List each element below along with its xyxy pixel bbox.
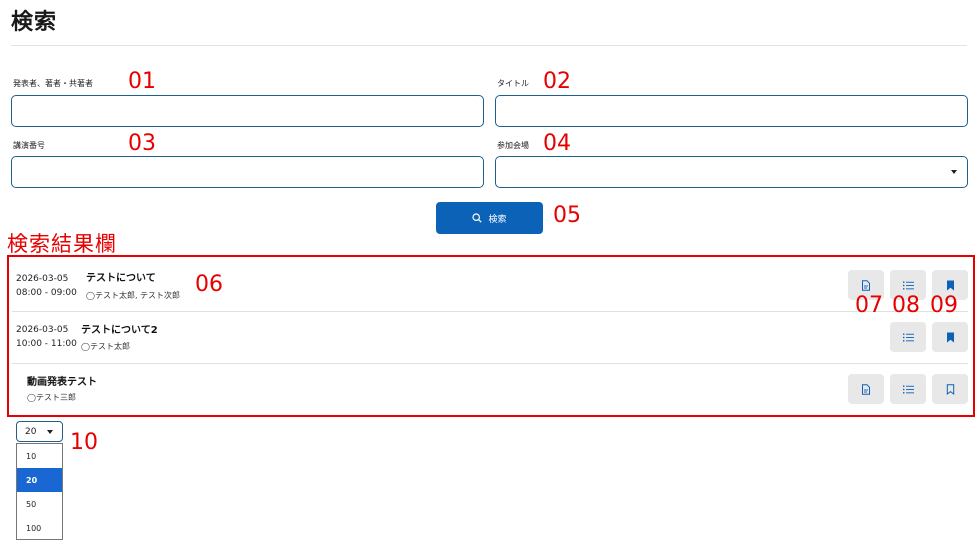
venue-label: 参加会場 <box>497 141 529 150</box>
page-size-select[interactable]: 20 <box>16 421 63 442</box>
page-size-option[interactable]: 10 <box>17 444 62 468</box>
bookmark-button[interactable] <box>932 374 968 404</box>
result-authors: ◯テスト太郎, テスト次郎 <box>86 291 181 300</box>
document-icon <box>862 383 870 395</box>
annotation-09: 09 <box>930 293 958 318</box>
venue-select[interactable] <box>495 156 968 188</box>
authors-label: 発表者、著者・共著者 <box>13 79 93 88</box>
authors-input[interactable] <box>11 95 484 127</box>
page-size-option[interactable]: 100 <box>17 516 62 540</box>
annotation-02: 02 <box>543 69 571 94</box>
search-button-label: 検索 <box>488 214 507 225</box>
row-divider <box>12 363 968 364</box>
page-size-option[interactable]: 20 <box>17 468 62 492</box>
result-authors: ◯テスト三郎 <box>27 393 76 402</box>
page-size-option[interactable]: 50 <box>17 492 62 516</box>
result-title[interactable]: テストについて <box>86 269 156 284</box>
result-title[interactable]: 動画発表テスト <box>27 373 97 388</box>
page-size-dropdown: 10 20 50 100 <box>16 443 63 540</box>
search-button[interactable]: 検索 <box>436 202 543 234</box>
list-icon <box>902 333 914 341</box>
lecture-number-input[interactable] <box>11 156 484 188</box>
document-icon <box>862 279 870 291</box>
result-date: 2026-03-05 <box>16 274 69 284</box>
annotation-01: 01 <box>128 69 156 94</box>
result-time: 08:00 - 09:00 <box>16 288 77 298</box>
list-button[interactable] <box>890 322 926 352</box>
title-label: タイトル <box>497 79 529 88</box>
chevron-down-icon <box>47 430 53 434</box>
result-authors: ◯テスト太郎 <box>81 342 130 351</box>
search-icon <box>472 213 483 223</box>
results-heading: 検索結果欄 <box>7 232 117 256</box>
chevron-down-icon <box>951 170 957 174</box>
bookmark-button[interactable] <box>932 322 968 352</box>
bookmark-filled-icon <box>946 332 954 342</box>
lecture-number-label: 講演番号 <box>13 141 45 150</box>
annotation-05: 05 <box>553 203 581 228</box>
annotation-03: 03 <box>128 131 156 156</box>
title-input[interactable] <box>495 95 968 127</box>
annotation-08: 08 <box>892 293 920 318</box>
list-icon <box>902 281 914 289</box>
row-divider <box>12 311 968 312</box>
document-button[interactable] <box>848 374 884 404</box>
annotation-04: 04 <box>543 131 571 156</box>
result-date: 2026-03-05 <box>16 325 69 335</box>
title-divider <box>11 45 967 46</box>
list-icon <box>902 385 914 393</box>
annotation-06: 06 <box>195 272 223 297</box>
bookmark-outline-icon <box>946 383 954 395</box>
list-button[interactable] <box>890 374 926 404</box>
result-title[interactable]: テストについて2 <box>81 321 158 336</box>
page-size-value: 20 <box>25 426 37 437</box>
page-title: 検索 <box>11 10 58 35</box>
annotation-07: 07 <box>855 293 883 318</box>
result-time: 10:00 - 11:00 <box>16 339 77 349</box>
annotation-10: 10 <box>70 430 98 455</box>
bookmark-filled-icon <box>946 280 954 290</box>
